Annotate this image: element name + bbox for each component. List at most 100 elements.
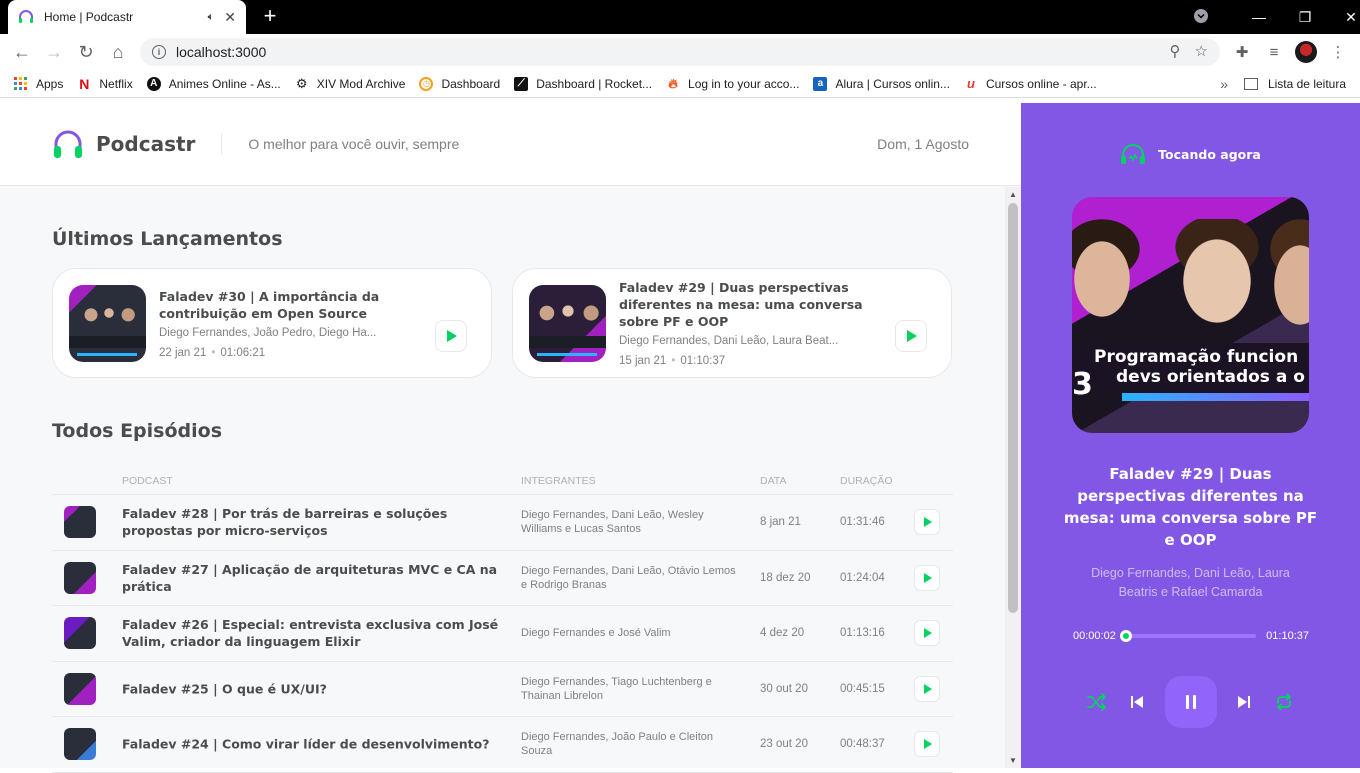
- close-window-icon[interactable]: ✕: [1328, 9, 1360, 26]
- extensions-icon[interactable]: ✚: [1230, 40, 1254, 64]
- bookmark-animes[interactable]: A Animes Online - As...: [147, 77, 281, 91]
- episode-thumbnail[interactable]: [69, 285, 146, 362]
- play-episode-button[interactable]: [914, 565, 940, 591]
- more-bookmarks-icon[interactable]: »: [1220, 76, 1228, 92]
- reload-icon[interactable]: ↻: [74, 40, 98, 64]
- alura-icon: a: [813, 77, 827, 91]
- home-icon[interactable]: ⌂: [106, 40, 130, 64]
- play-episode-button[interactable]: [914, 676, 940, 702]
- episode-title[interactable]: Faladev #24 | Como virar líder de desenv…: [122, 736, 502, 753]
- bookmark-star-icon[interactable]: ☆: [1195, 42, 1208, 60]
- headphones-icon: [1120, 143, 1146, 165]
- episode-title[interactable]: Faladev #26 | Especial: entrevista exclu…: [122, 616, 502, 650]
- scrollbar-thumb[interactable]: [1008, 203, 1018, 613]
- now-playing-header: Tocando agora: [1021, 143, 1360, 165]
- rocket-icon: ⟋: [514, 77, 528, 91]
- player-episode-title: Faladev #29 | Duas perspectivas diferent…: [1061, 463, 1320, 551]
- menu-icon[interactable]: ⋮: [1326, 40, 1350, 64]
- reading-list[interactable]: Lista de leitura: [1244, 77, 1346, 91]
- bookmark-netflix[interactable]: N Netflix: [77, 77, 132, 91]
- episode-cover: Programação funcion devs orientados a o …: [1072, 197, 1309, 433]
- table-row: Faladev #27 | Aplicação de arquiteturas …: [52, 551, 953, 607]
- site-info-icon[interactable]: i: [152, 45, 166, 59]
- new-tab-button[interactable]: +: [258, 4, 282, 28]
- anime-icon: A: [147, 77, 161, 91]
- close-tab-icon[interactable]: ✕: [224, 9, 236, 26]
- cover-number: 3: [1072, 367, 1093, 402]
- play-episode-button[interactable]: [914, 509, 940, 535]
- forward-icon[interactable]: →: [42, 40, 66, 64]
- episode-date: 18 dez 20: [760, 572, 811, 584]
- bookmark-apps[interactable]: Apps: [14, 77, 63, 91]
- minimize-icon[interactable]: —: [1236, 9, 1282, 25]
- play-icon: [907, 330, 917, 342]
- episode-thumbnail[interactable]: [64, 506, 96, 538]
- podcastr-app: Podcastr O melhor para você ouvir, sempr…: [0, 103, 1360, 768]
- shuffle-button[interactable]: [1085, 676, 1109, 728]
- url-text: localhost:3000: [176, 44, 266, 60]
- latest-episode-card[interactable]: Faladev #30 | A importância da contribui…: [52, 268, 492, 378]
- table-row: Faladev #25 | O que é UX/UI? Diego Ferna…: [52, 662, 953, 718]
- browser-tab-strip: Home | Podcastr 🔈︎ ✕ + — ❐ ✕: [0, 0, 1360, 34]
- next-button[interactable]: [1232, 676, 1256, 728]
- episode-thumbnail[interactable]: [64, 562, 96, 594]
- play-episode-button[interactable]: [435, 320, 467, 352]
- episode-thumbnail[interactable]: [64, 673, 96, 705]
- table-header: Podcast Integrantes Data Duração: [52, 463, 953, 495]
- brand-name: Podcastr: [96, 132, 195, 156]
- episode-title[interactable]: Faladev #27 | Aplicação de arquiteturas …: [122, 561, 502, 595]
- progress-handle[interactable]: [1120, 630, 1132, 642]
- episode-thumbnail[interactable]: [529, 285, 606, 362]
- episode-members: Diego Fernandes, Dani Leão, Wesley Willi…: [521, 508, 741, 536]
- bookmark-label: Dashboard | Rocket...: [536, 77, 652, 91]
- pause-button[interactable]: [1165, 676, 1217, 728]
- play-episode-button[interactable]: [914, 620, 940, 646]
- previous-button[interactable]: [1125, 676, 1149, 728]
- bookmark-label: Alura | Cursos onlin...: [835, 77, 950, 91]
- progress-area: 00:00:02 01:10:37: [1073, 630, 1309, 642]
- page-scrollbar[interactable]: ▲ ▼: [1005, 187, 1021, 768]
- address-bar[interactable]: i localhost:3000 ⚲ ☆: [140, 38, 1220, 66]
- repeat-button[interactable]: [1272, 676, 1296, 728]
- browser-tab[interactable]: Home | Podcastr 🔈︎ ✕: [8, 0, 246, 34]
- main-content: Podcastr O melhor para você ouvir, sempr…: [0, 103, 1021, 768]
- bookmark-alura[interactable]: a Alura | Cursos onlin...: [813, 77, 950, 91]
- bookmark-rocket-dashboard[interactable]: ⟋ Dashboard | Rocket...: [514, 77, 652, 91]
- scroll-down-icon[interactable]: ▼: [1008, 756, 1018, 765]
- bookmark-login[interactable]: 🔥︎ Log in to your acco...: [666, 77, 799, 91]
- bookmark-dashboard[interactable]: ◷ Dashboard: [419, 77, 500, 91]
- episode-title[interactable]: Faladev #25 | O que é UX/UI?: [122, 680, 502, 697]
- bookmark-xiv-mod-archive[interactable]: ⚙ XIV Mod Archive: [295, 77, 406, 91]
- profile-avatar[interactable]: [1295, 41, 1317, 63]
- all-episodes-title: Todos Episódios: [52, 420, 222, 442]
- episode-date: 8 jan 21: [760, 516, 801, 528]
- scroll-up-icon[interactable]: ▲: [1008, 190, 1018, 199]
- episode-title[interactable]: Faladev #30 | A importância da contribui…: [159, 288, 429, 322]
- column-podcast: Podcast: [122, 475, 173, 487]
- episode-duration: 01:06:21: [220, 347, 265, 359]
- episode-members: Diego Fernandes, Dani Leão, Laura Beat..…: [619, 335, 889, 347]
- play-icon: [924, 517, 932, 527]
- maximize-icon[interactable]: ❐: [1282, 9, 1328, 26]
- episode-title[interactable]: Faladev #29 | Duas perspectivas diferent…: [619, 279, 889, 330]
- back-icon[interactable]: ←: [10, 40, 34, 64]
- episode-members: Diego Fernandes, João Pedro, Diego Ha...: [159, 327, 429, 339]
- zoom-icon[interactable]: ⚲: [1170, 42, 1181, 60]
- skip-next-icon: [1237, 695, 1251, 709]
- progress-slider[interactable]: [1126, 634, 1256, 638]
- tab-search-icon[interactable]: [1188, 9, 1214, 26]
- shuffle-icon: [1087, 693, 1107, 711]
- bookmark-label: Netflix: [99, 77, 132, 91]
- episode-thumbnail[interactable]: [64, 728, 96, 760]
- latest-episode-card[interactable]: Faladev #29 | Duas perspectivas diferent…: [512, 268, 952, 378]
- latest-episodes: Faladev #30 | A importância da contribui…: [52, 268, 952, 378]
- media-control-icon[interactable]: ≡: [1262, 40, 1286, 64]
- netflix-icon: N: [77, 77, 91, 91]
- episode-title[interactable]: Faladev #28 | Por trás de barreiras e so…: [122, 505, 502, 539]
- bookmark-cursos-online[interactable]: u Cursos online - apr...: [964, 77, 1097, 91]
- speaker-icon[interactable]: 🔈︎: [208, 11, 215, 24]
- play-episode-button[interactable]: [914, 731, 940, 757]
- play-episode-button[interactable]: [895, 320, 927, 352]
- episode-thumbnail[interactable]: [64, 617, 96, 649]
- logo[interactable]: Podcastr: [52, 128, 195, 160]
